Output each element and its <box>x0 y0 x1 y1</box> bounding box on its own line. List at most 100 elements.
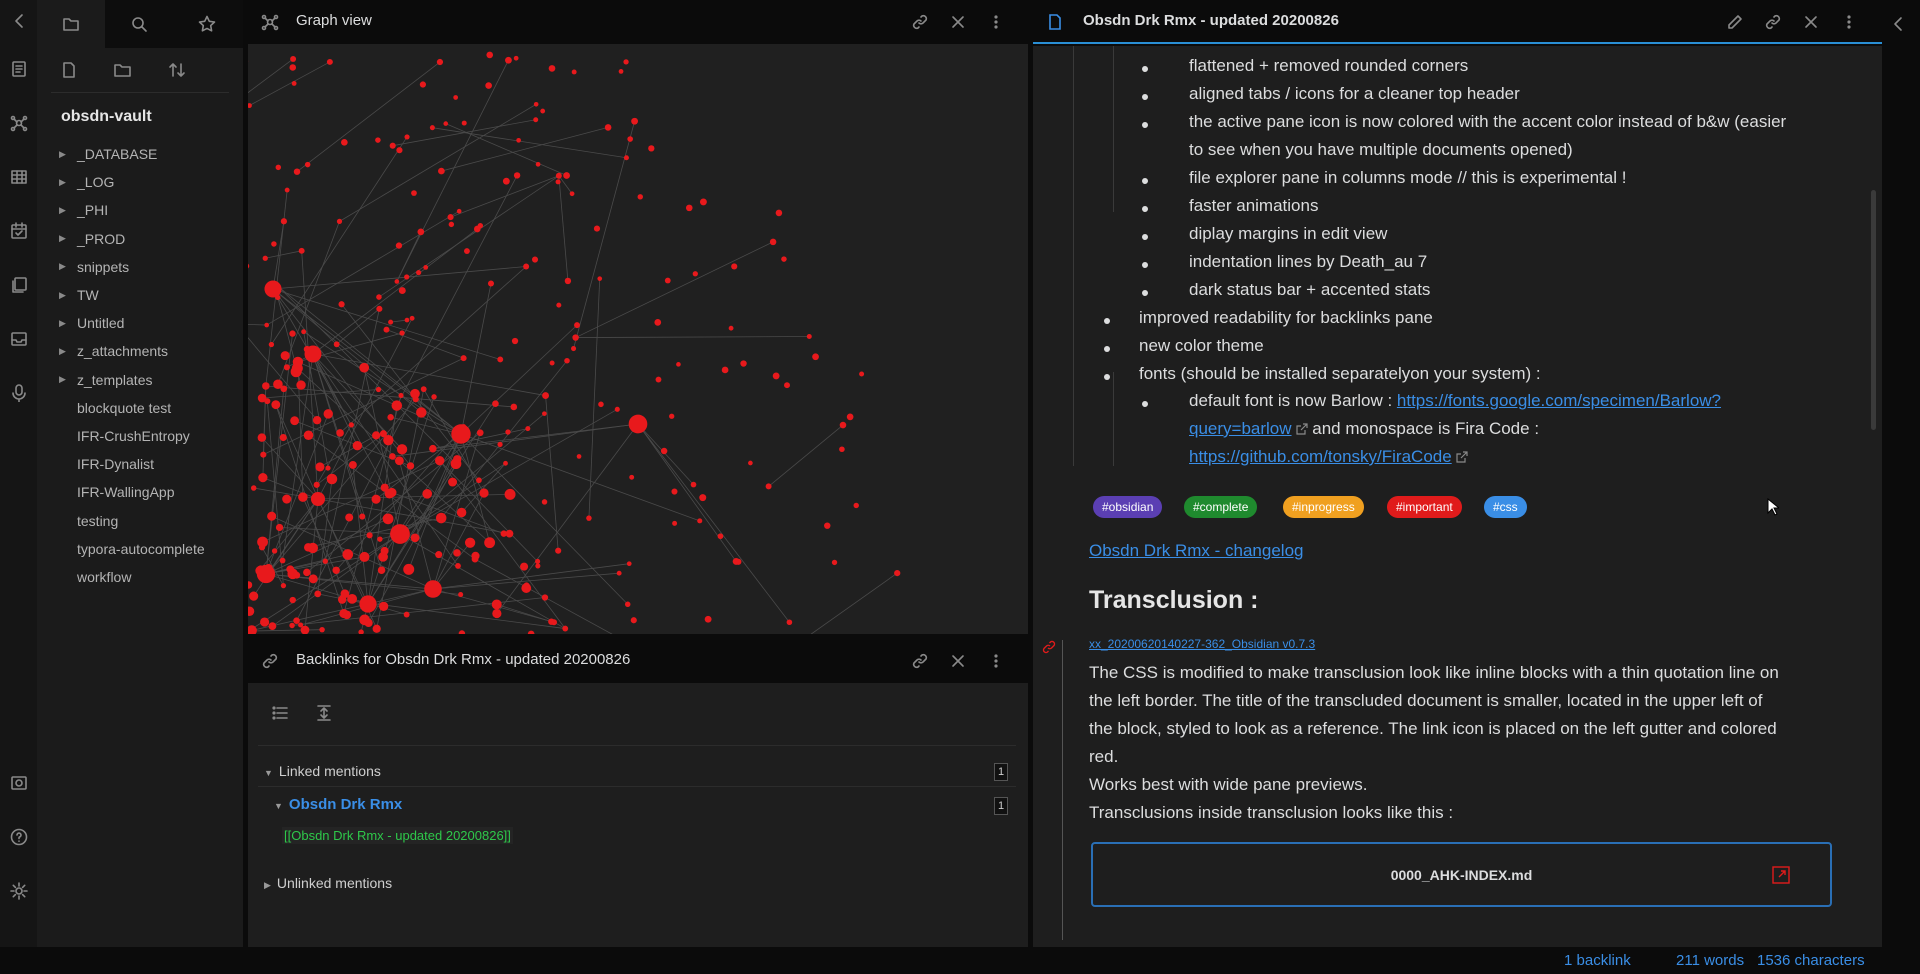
graph-node[interactable] <box>275 164 282 171</box>
graph-node[interactable] <box>394 279 400 284</box>
microphone-icon[interactable] <box>6 380 32 406</box>
graph-node[interactable] <box>542 411 547 416</box>
file-item[interactable]: IFR-WallingApp <box>77 481 175 503</box>
graph-node[interactable] <box>403 563 415 575</box>
folder-item[interactable]: ▶ z_templates <box>59 369 152 391</box>
graph-node[interactable] <box>671 488 678 495</box>
graph-node[interactable] <box>824 522 831 529</box>
graph-node[interactable] <box>628 414 648 434</box>
graph-network[interactable] <box>248 44 1028 634</box>
graph-node[interactable] <box>769 238 777 246</box>
graph-node[interactable] <box>631 117 638 125</box>
graph-node[interactable] <box>399 330 405 336</box>
graph-node[interactable] <box>775 209 783 217</box>
graph-node[interactable] <box>290 366 302 378</box>
graph-node[interactable] <box>429 125 435 131</box>
graph-node[interactable] <box>251 628 257 634</box>
graph-node[interactable] <box>376 294 382 300</box>
graph-node[interactable] <box>382 513 394 525</box>
graph-node[interactable] <box>458 591 464 598</box>
graph-node[interactable] <box>540 108 546 114</box>
graph-node[interactable] <box>314 590 322 598</box>
more-options-icon[interactable] <box>1837 10 1861 34</box>
barlow-link-part2[interactable]: query=barlow <box>1189 419 1292 438</box>
graph-node[interactable] <box>291 81 297 86</box>
graph-node[interactable] <box>616 570 622 576</box>
folder-item[interactable]: ▶ Untitled <box>59 312 124 334</box>
more-options-icon[interactable] <box>984 10 1008 34</box>
graph-node[interactable] <box>404 134 410 140</box>
graph-node[interactable] <box>571 69 577 75</box>
graph-node[interactable] <box>326 58 333 65</box>
graph-node[interactable] <box>359 551 370 562</box>
graph-node[interactable] <box>352 440 363 451</box>
graph-node[interactable] <box>262 382 270 390</box>
graph-node[interactable] <box>280 351 290 361</box>
graph-node[interactable] <box>262 255 268 261</box>
graph-node[interactable] <box>280 582 287 589</box>
graph-node[interactable] <box>531 256 539 263</box>
graph-node[interactable] <box>391 400 403 411</box>
graph-node[interactable] <box>513 55 519 61</box>
show-context-icon[interactable] <box>312 701 336 725</box>
graph-node[interactable] <box>699 494 707 502</box>
graph-node[interactable] <box>359 513 366 520</box>
graph-node[interactable] <box>293 571 301 579</box>
graph-node[interactable] <box>853 502 859 509</box>
transclusion-source-link[interactable]: xx_20200620140227-362_Obsidian v0.7.3 <box>1089 637 1315 651</box>
help-icon[interactable] <box>6 824 32 850</box>
settings-gear-icon[interactable] <box>6 878 32 904</box>
graph-node[interactable] <box>387 487 397 498</box>
graph-node[interactable] <box>359 614 370 626</box>
nested-transclusion-embed[interactable]: 0000_AHK-INDEX.md <box>1091 842 1832 907</box>
graph-node[interactable] <box>516 137 521 143</box>
graph-node[interactable] <box>372 624 381 633</box>
graph-node[interactable] <box>304 345 322 363</box>
graph-node[interactable] <box>271 400 281 410</box>
graph-node[interactable] <box>765 483 772 490</box>
graph-node[interactable] <box>403 611 410 618</box>
graph-node[interactable] <box>697 518 703 524</box>
graph-node[interactable] <box>497 356 504 363</box>
graph-node[interactable] <box>692 271 698 277</box>
graph-node[interactable] <box>717 533 724 540</box>
graph-node[interactable] <box>500 530 507 537</box>
graph-node[interactable] <box>293 168 301 175</box>
folder-item[interactable]: ▶ _PHI <box>59 199 108 221</box>
collapse-left-icon[interactable] <box>6 8 32 34</box>
file-item[interactable]: IFR-Dynalist <box>77 453 154 475</box>
graph-node[interactable] <box>492 608 502 619</box>
close-pane-icon[interactable] <box>946 649 970 673</box>
sort-icon[interactable] <box>163 56 191 84</box>
graph-node[interactable] <box>453 95 459 100</box>
vault-switcher-icon[interactable] <box>6 770 32 796</box>
calendar-icon[interactable] <box>6 218 32 244</box>
graph-node[interactable] <box>654 319 662 326</box>
graph-node[interactable] <box>503 460 508 466</box>
graph-node[interactable] <box>464 537 476 548</box>
graph-node[interactable] <box>284 187 290 193</box>
graph-node[interactable] <box>520 562 529 571</box>
graph-node[interactable] <box>404 274 410 280</box>
graph-node[interactable] <box>283 364 290 371</box>
graph-node[interactable] <box>289 330 296 337</box>
graph-node[interactable] <box>390 524 410 544</box>
graph-node[interactable] <box>699 198 707 206</box>
graph-node[interactable] <box>504 488 516 500</box>
graph-node[interactable] <box>786 619 793 626</box>
graph-node[interactable] <box>388 319 394 325</box>
graph-node[interactable] <box>290 55 297 62</box>
graph-node[interactable] <box>637 194 643 200</box>
graph-view-icon[interactable] <box>258 10 282 34</box>
graph-node[interactable] <box>748 460 753 466</box>
graph-node[interactable] <box>348 460 357 469</box>
graph-node[interactable] <box>264 280 282 298</box>
graph-node[interactable] <box>740 360 747 367</box>
archive-icon[interactable] <box>6 326 32 352</box>
graph-node[interactable] <box>456 507 467 518</box>
open-embed-icon[interactable] <box>1772 866 1790 884</box>
graph-node[interactable] <box>542 392 550 399</box>
graph-node[interactable] <box>250 485 257 491</box>
graph-node[interactable] <box>627 136 633 142</box>
graph-node[interactable] <box>256 564 276 584</box>
